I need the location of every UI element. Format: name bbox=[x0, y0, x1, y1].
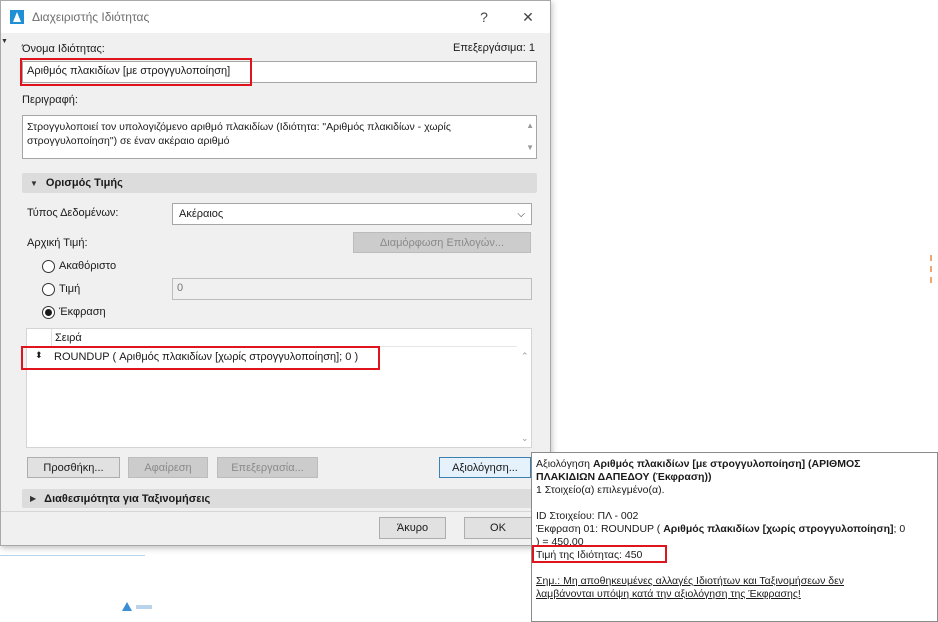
section-title: Διαθεσιμότητα για Ταξινομήσεις bbox=[44, 492, 211, 505]
app-icon bbox=[10, 10, 24, 24]
section-title: Ορισμός Τιμής bbox=[45, 177, 123, 189]
triangle-marker-icon bbox=[122, 602, 132, 611]
remove-button[interactable]: Αφαίρεση bbox=[128, 457, 208, 478]
expand-icon: ▼ bbox=[30, 178, 38, 188]
tooltip-property-name: Αριθμός πλακιδίων [με στρογγυλοποίηση] (… bbox=[592, 458, 861, 470]
add-button[interactable]: Προσθήκη... bbox=[27, 457, 120, 478]
dashed-marker bbox=[930, 255, 936, 283]
close-button[interactable]: ✕ bbox=[506, 1, 550, 33]
value-field-text: 0 bbox=[177, 282, 184, 294]
background-line bbox=[0, 555, 145, 556]
tooltip-prefix: Αξιολόγηση bbox=[536, 458, 593, 470]
list-header-order: Σειρά bbox=[55, 332, 82, 344]
scroll-up-icon[interactable]: ▲ bbox=[526, 119, 534, 133]
tooltip-note-line2: λαμβάνονται υπόψη κατά την αξιολόγηση τη… bbox=[536, 588, 801, 600]
title-bar: Διαχειριστής Ιδιότητας ? ✕ bbox=[1, 1, 550, 33]
list-header: Σειρά bbox=[27, 329, 517, 347]
tooltip-expression: Έκφραση 01: ROUNDUP ( Αριθμός πλακιδίων … bbox=[536, 523, 933, 536]
radio-value-label: Τιμή bbox=[59, 283, 81, 295]
description-value: Στρογγυλοποιεί τον υπολογιζόμενο αριθμό … bbox=[27, 121, 451, 147]
edit-status: Επεξεργάσιμα: 1 bbox=[453, 42, 535, 54]
property-manager-dialog: Διαχειριστής Ιδιότητας ? ✕ Όνομα Ιδιότητ… bbox=[0, 0, 551, 546]
data-type-label: Τύπος Δεδομένων: bbox=[27, 207, 119, 219]
evaluation-tooltip: Αξιολόγηση Αριθμός πλακιδίων [με στρογγυ… bbox=[531, 452, 938, 622]
tooltip-expr-prefix: Έκφραση 01: ROUNDUP ( bbox=[536, 523, 664, 535]
value-definition-section[interactable]: ▼ Ορισμός Τιμής bbox=[22, 173, 537, 193]
close-icon: ✕ bbox=[522, 8, 534, 25]
chevron-down-icon: ⌵ bbox=[517, 208, 525, 220]
tooltip-line1: Αξιολόγηση Αριθμός πλακιδίων [με στρογγυ… bbox=[536, 458, 933, 471]
evaluate-button[interactable]: Αξιολόγηση... bbox=[439, 457, 531, 478]
expand-right-icon: ▶ bbox=[30, 494, 37, 503]
scroll-up-icon[interactable]: ⌃ bbox=[521, 351, 529, 362]
radio-expression-label: Έκφραση bbox=[59, 306, 106, 318]
data-type-value: Ακέραιος bbox=[179, 208, 224, 220]
tooltip-line2: ΠΛΑΚΙΔΙΩΝ ΔΑΠΕΔΟΥ (Έκφραση)) bbox=[536, 471, 712, 483]
scroll-down-icon[interactable]: ⌄ bbox=[521, 433, 529, 444]
description-input[interactable]: Στρογγυλοποιεί τον υπολογιζόμενο αριθμό … bbox=[22, 115, 537, 159]
help-button[interactable]: ? bbox=[462, 1, 506, 33]
highlight-name bbox=[20, 58, 252, 86]
cancel-button[interactable]: Άκυρο bbox=[379, 517, 446, 539]
configure-options-button[interactable]: Διαμόρφωση Επιλογών... bbox=[353, 232, 531, 253]
tooltip-note-line1: Σημ.: Μη αποθηκευμένες αλλαγές Ιδιοτήτων… bbox=[536, 575, 845, 587]
radio-undefined-label: Ακαθόριστο bbox=[59, 260, 117, 272]
radio-undefined[interactable] bbox=[42, 260, 55, 273]
highlight-expression bbox=[21, 346, 380, 370]
description-label: Περιγραφή: bbox=[22, 94, 78, 106]
background-bar bbox=[136, 605, 152, 609]
availability-section[interactable]: ▶ Διαθεσιμότητα για Ταξινομήσεις bbox=[22, 489, 537, 508]
ok-button[interactable]: OK bbox=[464, 517, 532, 539]
value-field[interactable]: 0 bbox=[172, 278, 532, 300]
tooltip-element-id: ID Στοιχείου: ΠΛ - 002 bbox=[536, 510, 639, 522]
window-title: Διαχειριστής Ιδιότητας bbox=[32, 10, 150, 24]
tooltip-line3: 1 Στοιχείο(α) επιλεγμένο(α). bbox=[536, 484, 665, 496]
tooltip-expr-suffix: ; 0 bbox=[893, 523, 906, 535]
tooltip-expr-bold: Αριθμός πλακιδίων [χωρίς στρογγυλοποίηση… bbox=[663, 523, 894, 535]
data-type-select[interactable]: Ακέραιος ⌵ bbox=[172, 203, 532, 225]
panel-marker-icon: ▼ bbox=[1, 38, 8, 45]
highlight-property-value bbox=[532, 545, 667, 563]
property-name-label: Όνομα Ιδιότητας: bbox=[22, 43, 105, 55]
radio-expression[interactable] bbox=[42, 306, 55, 319]
radio-value[interactable] bbox=[42, 283, 55, 296]
default-value-label: Αρχική Τιμή: bbox=[27, 237, 88, 249]
scroll-down-icon[interactable]: ▼ bbox=[526, 141, 534, 155]
edit-button[interactable]: Επεξεργασία... bbox=[217, 457, 318, 478]
